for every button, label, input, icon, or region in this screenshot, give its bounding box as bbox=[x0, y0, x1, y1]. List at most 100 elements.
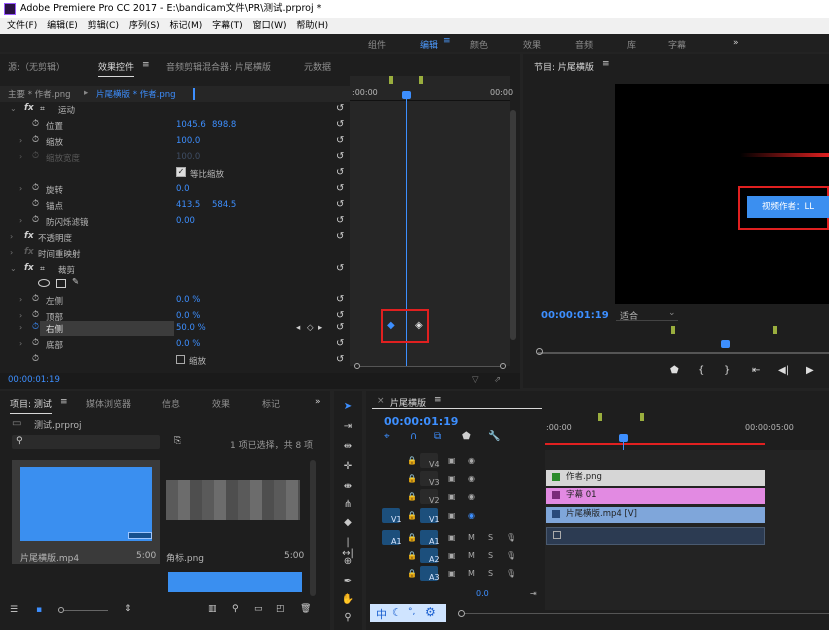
new-bin-icon[interactable]: ▭ bbox=[254, 604, 263, 614]
expand-chevron-icon[interactable]: › bbox=[19, 295, 22, 304]
ime-bar[interactable]: 中 ☾ °, ⚙ bbox=[370, 604, 446, 622]
track-select-tool-icon[interactable]: ⇥ bbox=[341, 421, 355, 432]
eye-icon[interactable]: ◉ bbox=[468, 456, 475, 465]
mute-button[interactable]: M bbox=[468, 551, 475, 560]
track-v4-target[interactable]: V4 bbox=[420, 453, 440, 469]
reset-icon[interactable]: ↺ bbox=[336, 151, 344, 162]
delete-icon[interactable]: 🗑 bbox=[300, 604, 311, 614]
stopwatch-active-icon[interactable]: ⏱ bbox=[32, 322, 39, 332]
mic-icon[interactable]: 🎙 bbox=[506, 569, 516, 578]
work-area-bar[interactable] bbox=[545, 443, 765, 445]
next-keyframe-icon[interactable]: ▸ bbox=[318, 323, 322, 333]
add-marker-icon[interactable]: ⬟ bbox=[462, 431, 471, 442]
timeline-timecode[interactable]: 00:00:01:19 bbox=[384, 415, 458, 428]
linked-selection-icon[interactable]: ⧉ bbox=[434, 431, 441, 442]
zoom-checkbox[interactable] bbox=[176, 355, 185, 364]
fx-icon[interactable]: fx bbox=[24, 103, 34, 113]
stopwatch-icon[interactable]: ⏱ bbox=[32, 310, 39, 320]
header-chevron-icon[interactable]: ▸ bbox=[84, 88, 88, 98]
expand-chevron-icon[interactable]: › bbox=[19, 323, 22, 332]
program-scrub-start[interactable] bbox=[536, 348, 543, 355]
eye-icon[interactable]: ◉ bbox=[468, 511, 475, 520]
new-bin-from-search-icon[interactable]: ⎘ bbox=[174, 436, 181, 446]
mic-icon[interactable]: 🎙 bbox=[506, 533, 516, 542]
timeline-menu-icon[interactable]: ≡ bbox=[434, 395, 442, 405]
keyframe-end-icon[interactable]: ◈ bbox=[415, 320, 423, 331]
program-timecode[interactable]: 00:00:01:19 bbox=[541, 310, 609, 321]
punctuation-icon[interactable]: °, bbox=[408, 607, 415, 617]
sync-lock-icon[interactable]: ▣ bbox=[448, 456, 456, 465]
clip-author-png[interactable]: 作者.png bbox=[546, 470, 765, 486]
tab-markers[interactable]: 标记 bbox=[262, 397, 280, 410]
mini-zoom-bar[interactable] bbox=[352, 363, 512, 369]
marker-icon[interactable]: ⬟ bbox=[670, 365, 679, 376]
item-name-1[interactable]: 角标.png bbox=[166, 551, 204, 564]
stopwatch-icon[interactable]: ⏱ bbox=[32, 135, 39, 145]
menu-file[interactable]: 文件(F) bbox=[7, 18, 37, 34]
timeline-scrollbar[interactable] bbox=[465, 613, 829, 614]
menu-clip[interactable]: 剪辑(C) bbox=[88, 18, 119, 34]
expand-chevron-icon[interactable]: › bbox=[19, 339, 22, 348]
workspace-assembly[interactable]: 组件 bbox=[368, 38, 386, 51]
add-keyframe-icon[interactable]: ◇ bbox=[307, 323, 314, 333]
track-a3-target[interactable]: A3 bbox=[420, 566, 440, 582]
in-marker-icon[interactable] bbox=[671, 326, 675, 334]
clip-label[interactable]: 片尾横版 * 作者.png bbox=[96, 88, 176, 100]
sync-lock-icon[interactable]: ▣ bbox=[448, 492, 456, 501]
rectangle-mask-icon[interactable] bbox=[56, 279, 66, 288]
settings-wrench-icon[interactable]: 🔧 bbox=[488, 431, 500, 442]
new-item-icon[interactable]: ◰ bbox=[276, 604, 285, 614]
workspace-editing[interactable]: 编辑 bbox=[420, 38, 438, 51]
lock-icon[interactable]: 🔒 bbox=[407, 474, 417, 483]
reset-icon[interactable]: ↺ bbox=[336, 310, 344, 321]
slide-edit-tool-icon[interactable]: ⊕ bbox=[341, 556, 355, 567]
solo-button[interactable]: S bbox=[488, 569, 493, 578]
timeline-zoom-handle[interactable] bbox=[458, 610, 465, 617]
nest-toggle-icon[interactable]: ⌖ bbox=[384, 431, 390, 442]
reset-icon[interactable]: ↺ bbox=[336, 103, 344, 114]
thumbnail-next[interactable] bbox=[168, 572, 302, 592]
selection-tool-icon[interactable]: ➤ bbox=[341, 401, 355, 412]
razor-tool-icon[interactable]: ⋔ bbox=[341, 499, 355, 510]
lock-icon[interactable]: 🔒 bbox=[407, 533, 417, 542]
track-a2-target[interactable]: A2 bbox=[420, 548, 440, 564]
tab-menu-icon[interactable]: ≡ bbox=[142, 60, 150, 70]
out-marker-icon[interactable] bbox=[640, 413, 644, 421]
workspace-audio[interactable]: 音频 bbox=[575, 38, 593, 51]
reset-icon[interactable]: ↺ bbox=[336, 215, 344, 226]
solo-button[interactable]: S bbox=[488, 551, 493, 560]
reset-icon[interactable]: ↺ bbox=[336, 231, 344, 242]
stopwatch-icon[interactable]: ⏱ bbox=[32, 199, 39, 209]
expand-chevron-icon[interactable]: › bbox=[10, 248, 13, 257]
expand-chevron-icon[interactable]: › bbox=[19, 216, 22, 225]
anchor-x-value[interactable]: 413.5 bbox=[176, 200, 200, 210]
keyframe-diamond-icon[interactable]: ◆ bbox=[387, 320, 395, 331]
tab-project[interactable]: 项目: 测试 bbox=[10, 397, 52, 414]
effect-timecode[interactable]: 00:00:01:19 bbox=[8, 375, 60, 385]
zoom-slider-track[interactable] bbox=[64, 610, 108, 611]
export-frame-icon[interactable]: ⇗ bbox=[494, 375, 501, 385]
moon-icon[interactable]: ☾ bbox=[392, 606, 402, 619]
mute-button[interactable]: M bbox=[468, 569, 475, 578]
project-scrollbar[interactable] bbox=[310, 460, 316, 596]
workspace-libraries[interactable]: 库 bbox=[627, 38, 636, 51]
anchor-y-value[interactable]: 584.5 bbox=[212, 200, 236, 210]
workspace-menu-icon[interactable]: ≡ bbox=[443, 36, 451, 46]
menu-edit[interactable]: 编辑(E) bbox=[47, 18, 78, 34]
left-value[interactable]: 0.0 % bbox=[176, 295, 200, 305]
crop-transform-icon[interactable]: ⌗ bbox=[40, 264, 45, 274]
expand-chevron-icon[interactable]: › bbox=[19, 136, 22, 145]
sort-icon[interactable]: ⇕ bbox=[124, 604, 132, 614]
position-x-value[interactable]: 1045.6 bbox=[176, 120, 206, 130]
source-a1-patch[interactable]: A1 bbox=[382, 530, 402, 546]
lock-icon[interactable]: 🔒 bbox=[407, 492, 417, 501]
sync-lock-icon[interactable]: ▣ bbox=[448, 511, 456, 520]
workspace-color[interactable]: 颜色 bbox=[470, 38, 488, 51]
menu-sequence[interactable]: 序列(S) bbox=[129, 18, 160, 34]
out-marker-icon[interactable] bbox=[419, 76, 423, 84]
mute-button[interactable]: M bbox=[468, 533, 475, 542]
motion-transform-icon[interactable]: ⌗ bbox=[40, 104, 45, 114]
eye-icon[interactable]: ◉ bbox=[468, 474, 475, 483]
ime-lang[interactable]: 中 bbox=[376, 606, 387, 622]
mic-icon[interactable]: 🎙 bbox=[506, 551, 516, 560]
